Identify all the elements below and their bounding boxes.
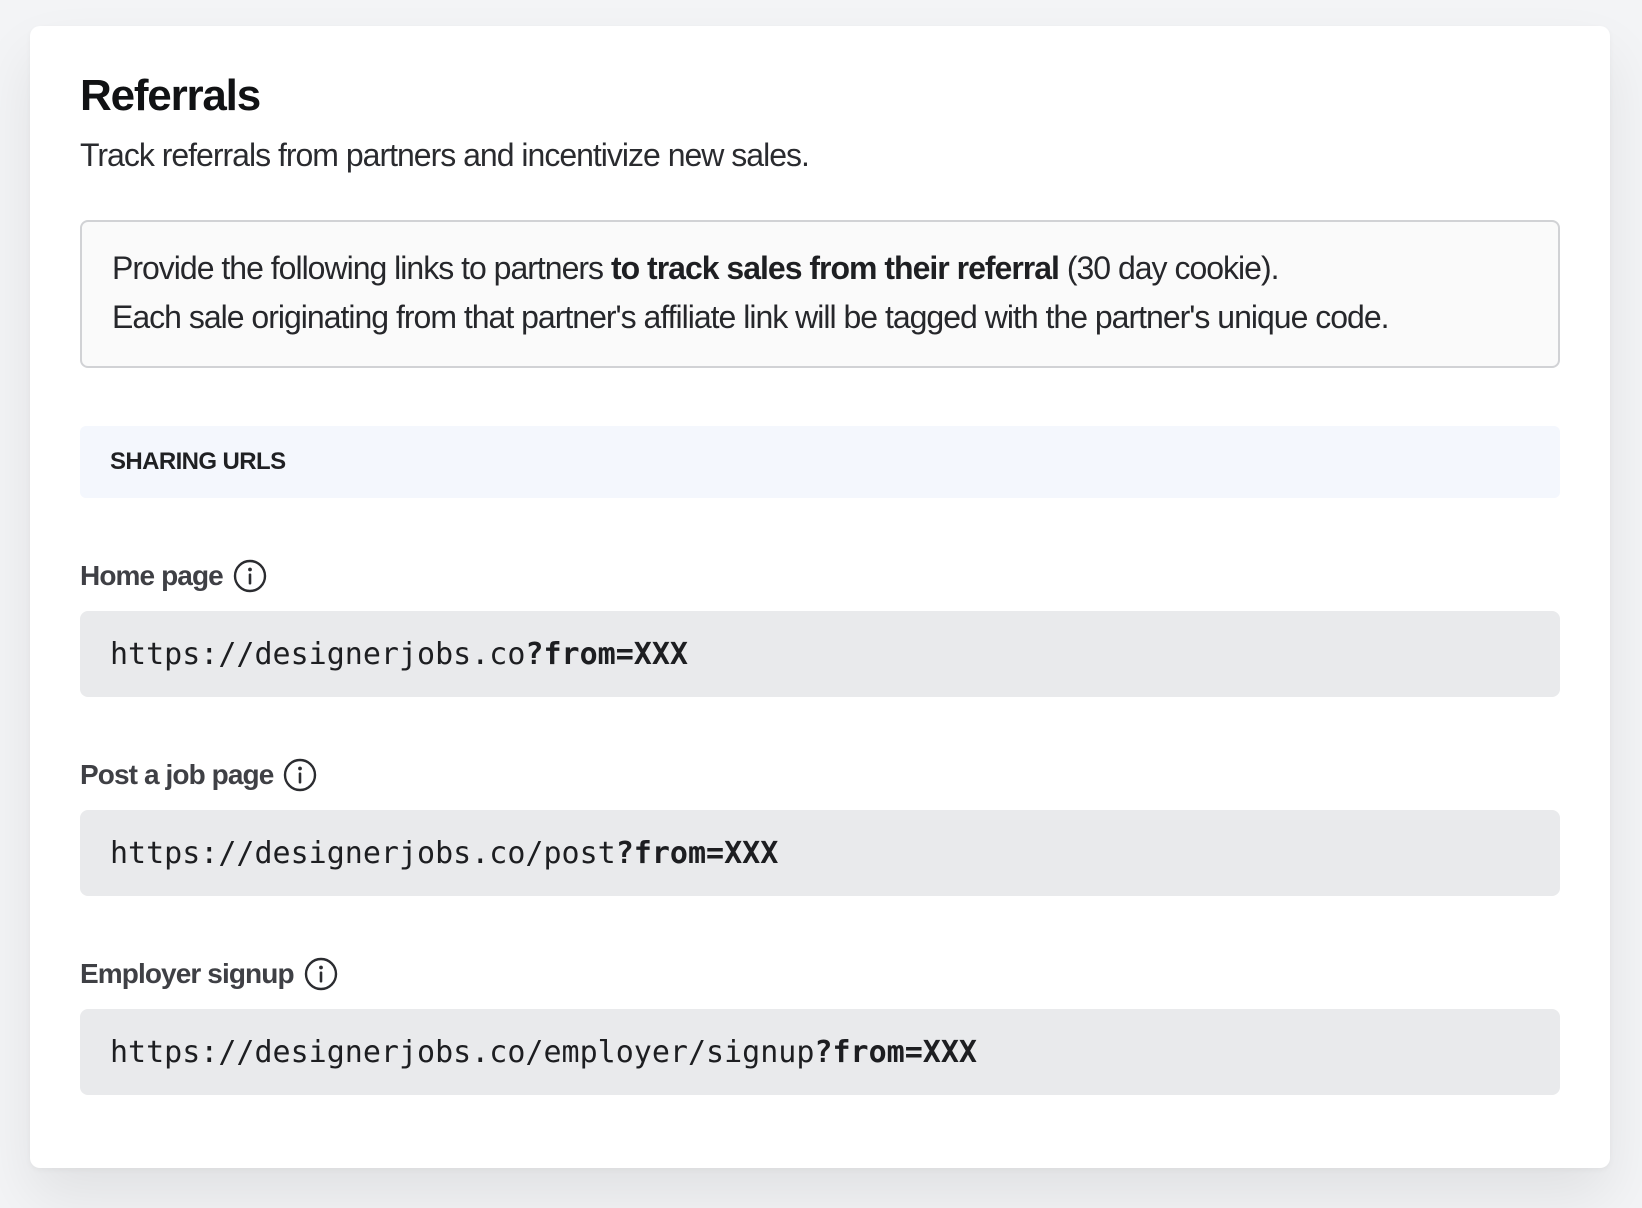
info-icon[interactable] — [233, 559, 267, 593]
url-label-row: Employer signup — [80, 954, 1560, 994]
notice-line-1-bold: to track sales from their referral — [610, 250, 1060, 286]
url-field-post-job[interactable]: https://designerjobs.co/post ?from=XXX — [80, 810, 1560, 896]
notice-line-1-suffix: (30 day cookie). — [1058, 250, 1280, 286]
url-label-row: Home page — [80, 556, 1560, 596]
url-base: https://designerjobs.co/employer/signup — [110, 1034, 815, 1070]
info-icon[interactable] — [304, 957, 338, 991]
url-param: ?from=XXX — [814, 1034, 977, 1070]
section-header-sharing-urls: SHARING URLS — [80, 426, 1560, 498]
url-base: https://designerjobs.co — [110, 636, 526, 672]
notice-line-1-prefix: Provide the following links to partners — [112, 250, 611, 286]
url-field-employer-signup[interactable]: https://designerjobs.co/employer/signup?… — [80, 1009, 1560, 1095]
page-subtitle: Track referrals from partners and incent… — [80, 137, 810, 173]
url-label: Employer signup — [80, 958, 295, 989]
url-block-post-job: Post a job page https://designerjobs.co/… — [80, 755, 1560, 896]
notice-line-2: Each sale originating from that partner'… — [112, 299, 1390, 335]
url-param: ?from=XXX — [615, 835, 779, 871]
referrals-card: Referrals Track referrals from partners … — [30, 26, 1610, 1168]
url-field-home[interactable]: https://designerjobs.co ?from=XXX — [80, 611, 1560, 697]
url-base: https://designerjobs.co/post — [110, 835, 616, 871]
notice-line-1: Provide the following links to partners … — [112, 244, 1528, 293]
url-label: Post a job page — [80, 759, 274, 790]
url-block-home: Home page https://designerjobs.co ?from=X… — [80, 556, 1560, 697]
page-title: Referrals — [80, 71, 261, 120]
url-param: ?from=XXX — [525, 636, 688, 672]
info-icon[interactable] — [283, 758, 317, 792]
url-label-row: Post a job page — [80, 755, 1560, 795]
url-block-employer-signup: Employer signup https://designerjobs.co/… — [80, 954, 1560, 1095]
url-label: Home page — [80, 560, 224, 591]
info-notice: Provide the following links to partners … — [80, 220, 1560, 368]
